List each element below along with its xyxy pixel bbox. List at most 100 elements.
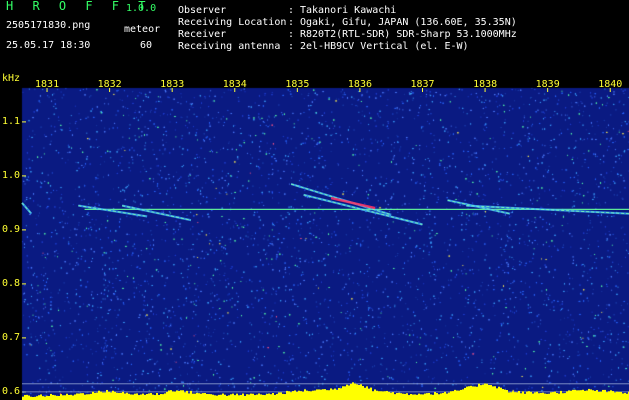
power-bar [56, 395, 58, 400]
power-bar [354, 383, 356, 400]
location-value: Ogaki, Gifu, JAPAN (136.60E, 35.35N) [300, 17, 517, 28]
power-bar [330, 388, 332, 400]
power-bar [136, 393, 138, 400]
power-bar [182, 390, 184, 400]
power-bar [510, 392, 512, 400]
x-tick-label: 1837 [410, 79, 435, 90]
power-bar [608, 391, 610, 400]
power-bar [534, 392, 536, 400]
power-bar [148, 393, 150, 400]
power-bar [22, 396, 24, 400]
power-bar [452, 391, 454, 400]
power-bar [300, 391, 302, 400]
power-bar [162, 394, 164, 400]
power-bar [532, 393, 534, 400]
power-bar [248, 394, 250, 400]
x-tick-label: 1840 [598, 79, 623, 90]
power-bar [526, 391, 528, 400]
power-bar [94, 392, 96, 400]
power-bar [258, 393, 260, 400]
power-bar [240, 394, 242, 400]
power-bar [502, 389, 504, 400]
power-bar [296, 391, 298, 400]
antenna-colon: : [288, 41, 295, 52]
power-bar [350, 383, 352, 400]
power-bar [138, 395, 140, 400]
power-bar [76, 393, 78, 400]
power-bar [428, 392, 430, 400]
power-bar [154, 395, 156, 400]
y-axis-label: kHz [2, 73, 21, 84]
power-bar [188, 393, 190, 400]
power-bar [96, 392, 98, 400]
power-bar [344, 386, 346, 400]
power-bar [406, 393, 408, 400]
power-bar [304, 389, 306, 400]
power-bar [546, 393, 548, 400]
power-bar [578, 390, 580, 400]
power-bar [442, 392, 444, 400]
y-tick-label: 1.1 [2, 115, 21, 127]
power-bar [476, 386, 478, 400]
power-bar [108, 391, 110, 400]
power-bar [48, 396, 50, 400]
power-bar [228, 395, 230, 400]
power-bar [516, 392, 518, 400]
power-bar [62, 395, 64, 400]
power-bar [450, 391, 452, 400]
power-bar [314, 390, 316, 400]
x-tick-label: 1835 [285, 79, 310, 90]
power-bar [590, 389, 592, 400]
power-bar [370, 387, 372, 400]
power-bar [518, 390, 520, 400]
power-bar [122, 391, 124, 400]
power-bar [572, 389, 574, 400]
power-bar [586, 390, 588, 400]
power-bar [624, 392, 626, 400]
power-bar [174, 391, 176, 400]
power-bar [196, 392, 198, 400]
power-bar [208, 394, 210, 400]
power-bar [64, 395, 66, 400]
power-bar [86, 394, 88, 400]
power-bar [322, 389, 324, 400]
power-bar [90, 393, 92, 400]
power-bar [114, 391, 116, 400]
power-bar [548, 393, 550, 400]
power-bar [480, 385, 482, 400]
power-bar [550, 392, 552, 400]
power-bar [72, 395, 74, 400]
power-bar [342, 386, 344, 400]
observer-value: Takanori Kawachi [300, 5, 397, 16]
power-bar [554, 391, 556, 400]
power-bar [166, 391, 168, 400]
power-bar [384, 391, 386, 400]
power-bar [144, 394, 146, 400]
power-bar [444, 391, 446, 400]
power-bar [292, 391, 294, 400]
power-bar [54, 395, 56, 400]
observer-key: Observer [178, 5, 227, 16]
power-bar [566, 391, 568, 400]
power-bar [372, 391, 374, 400]
file-name: 2505171830.png [6, 20, 91, 31]
power-bar [594, 390, 596, 400]
power-bar [52, 394, 54, 400]
power-bar [106, 389, 108, 400]
power-bar [596, 390, 598, 400]
power-bar [388, 391, 390, 400]
power-bar [514, 392, 516, 400]
echo-trace-highlight [21, 202, 32, 215]
power-bar [466, 386, 468, 400]
power-bar [230, 394, 232, 400]
power-bar [66, 393, 68, 400]
power-bar [116, 392, 118, 400]
power-bar [192, 393, 194, 400]
power-bar [364, 387, 366, 400]
power-bar [564, 393, 566, 400]
power-bar [544, 393, 546, 400]
power-bar [614, 392, 616, 400]
power-bar [618, 391, 620, 400]
power-bar [280, 392, 282, 400]
power-bar [264, 395, 266, 400]
